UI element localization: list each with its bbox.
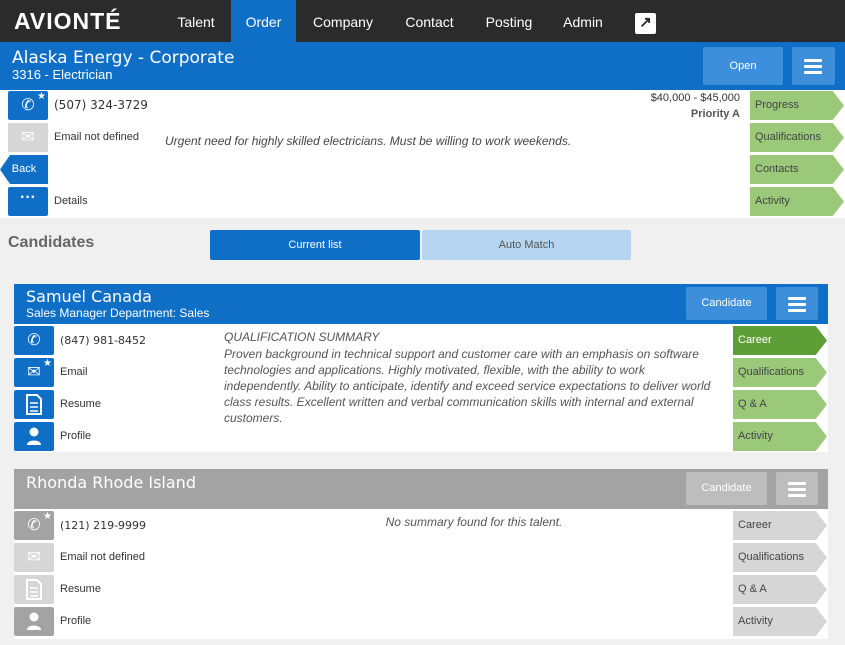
tab-qualifications[interactable]: Qualifications [733,358,827,387]
document-icon[interactable] [14,390,54,419]
tab-progress[interactable]: Progress [750,91,844,120]
email-favorite-icon[interactable]: ✉ ★ [14,358,54,387]
order-header: Alaska Energy - Corporate 3316 - Electri… [0,42,845,90]
candidate-button[interactable]: Candidate [686,287,767,320]
top-navigation-bar: AVIONTÉ Talent Order Company Contact Pos… [0,0,845,42]
nav-talent[interactable]: Talent [162,0,230,42]
tab-career[interactable]: Career [733,326,827,355]
tab-activity[interactable]: Activity [750,187,844,216]
order-status-button[interactable]: Open [703,47,783,85]
candidate-name[interactable]: Samuel Canada [26,287,152,306]
candidate-menu-button[interactable] [776,472,818,505]
candidates-heading: Candidates [8,234,95,251]
hamburger-icon [788,482,806,485]
hamburger-icon [804,59,822,62]
more-icon[interactable]: ··· [8,187,48,216]
avionte-logo[interactable]: AVIONTÉ [14,8,122,35]
phone-icon[interactable]: ✆ [14,326,54,355]
tab-auto-match[interactable]: Auto Match [422,230,631,260]
candidate-profile[interactable]: Profile [60,430,91,442]
back-button[interactable]: Back [0,155,48,184]
phone-favorite-icon[interactable]: ✆ ★ [8,91,48,120]
candidate-email: Email not defined [60,551,145,563]
tab-activity[interactable]: Activity [733,607,827,636]
document-icon [14,575,54,604]
order-description: Urgent need for highly skilled electrici… [165,134,572,148]
order-menu-button[interactable] [792,47,835,85]
nav-order[interactable]: Order [231,0,296,42]
candidate-subtitle: Sales Manager Department: Sales [26,306,210,320]
candidate-resume[interactable]: Resume [60,398,101,410]
tab-q-and-a[interactable]: Q & A [733,575,827,604]
nav-admin[interactable]: Admin [551,0,615,42]
user-icon[interactable] [14,422,54,451]
candidate-resume: Resume [60,583,101,595]
external-link-icon[interactable]: ↗ [635,13,656,34]
summary-title: QUALIFICATION SUMMARY [224,330,380,344]
candidate-phone[interactable]: (847) 981-8452 [60,334,146,347]
nav-company[interactable]: Company [300,0,386,42]
no-summary-message: No summary found for this talent. [385,515,563,529]
candidate-card-header: Samuel Canada Sales Manager Department: … [14,284,828,324]
tab-contacts[interactable]: Contacts [750,155,844,184]
priority: Priority A [690,108,740,120]
qualification-summary: Proven background in technical support a… [224,347,711,425]
envelope-icon: ✉ [14,543,54,572]
candidate-phone[interactable]: (121) 219-9999 [60,519,146,532]
candidate-menu-button[interactable] [776,287,818,320]
candidate-profile[interactable]: Profile [60,615,91,627]
user-icon[interactable] [14,607,54,636]
candidate-card-header: Rhonda Rhode Island Candidate [14,469,828,509]
phone-favorite-icon[interactable]: ✆ ★ [14,511,54,540]
envelope-icon: ✉ [8,123,48,152]
candidate-button[interactable]: Candidate [686,472,767,505]
tab-career[interactable]: Career [733,511,827,540]
order-subtitle: 3316 - Electrician [12,67,113,82]
tab-qualifications[interactable]: Qualifications [733,543,827,572]
order-phone[interactable]: (507) 324-3729 [54,98,148,112]
tab-current-list[interactable]: Current list [210,230,420,260]
nav-contact[interactable]: Contact [392,0,467,42]
nav-posting[interactable]: Posting [473,0,545,42]
order-title: Alaska Energy - Corporate [12,48,235,68]
order-email: Email not defined [54,131,139,143]
hamburger-icon [788,297,806,300]
tab-qualifications[interactable]: Qualifications [750,123,844,152]
tab-q-and-a[interactable]: Q & A [733,390,827,419]
tab-activity[interactable]: Activity [733,422,827,451]
candidate-email[interactable]: Email [60,366,88,378]
candidate-name[interactable]: Rhonda Rhode Island [26,473,196,492]
order-details-link[interactable]: Details [54,195,88,207]
pay-range: $40,000 - $45,000 [650,92,740,104]
